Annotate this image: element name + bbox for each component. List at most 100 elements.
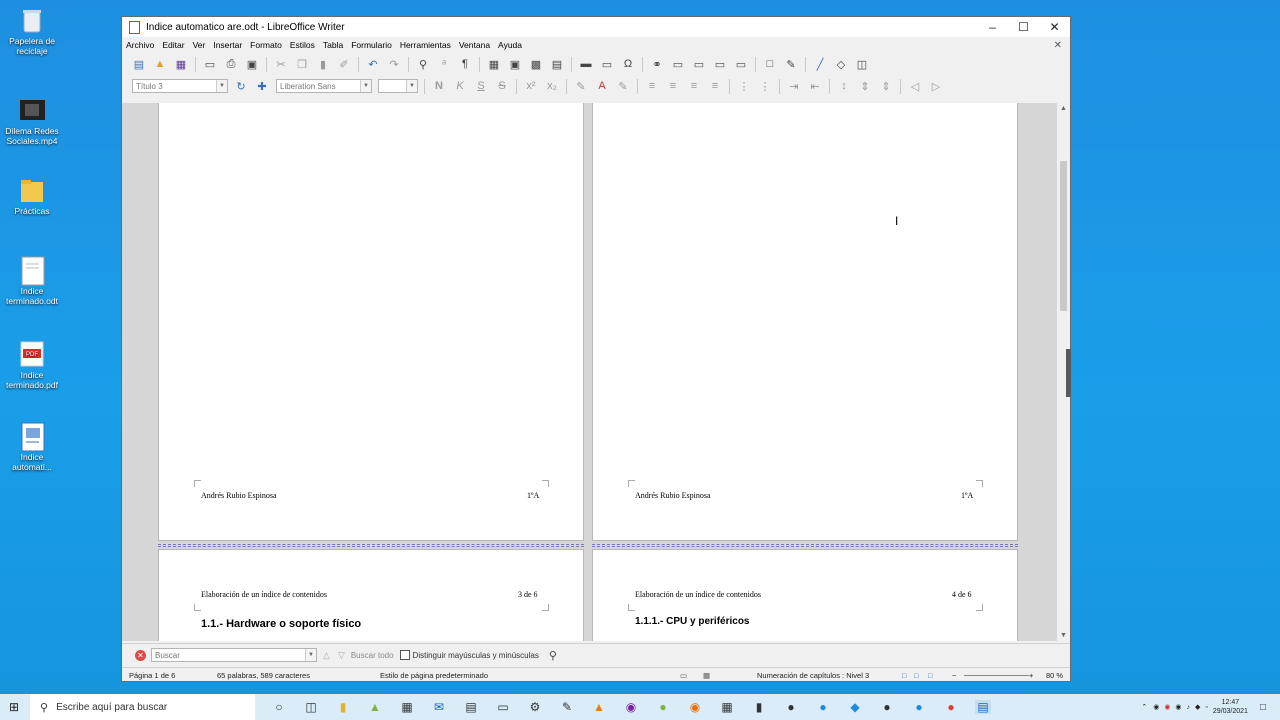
mail-icon[interactable]: ✉ [431, 700, 447, 714]
start-windows-icon[interactable]: ⊞ [9, 700, 19, 714]
desktop-icon-folder[interactable]: Prácticas [4, 176, 60, 216]
blender-icon[interactable]: ◉ [687, 700, 703, 714]
zoom-slider[interactable] [964, 675, 1029, 676]
endnote-icon[interactable]: ▭ [692, 58, 706, 71]
new-style-icon[interactable]: ✚ [255, 80, 269, 93]
desktop-icon-odt[interactable]: Indice terminado.odt [4, 256, 60, 306]
qr-app-icon[interactable]: ▦ [719, 700, 735, 714]
page-1[interactable]: Andrés Rubio Espinosa 1ºA [158, 103, 584, 541]
save-icon[interactable]: ▦ [174, 58, 188, 71]
justify-icon[interactable]: ≡ [708, 80, 722, 93]
green-app-icon[interactable]: ● [655, 700, 671, 714]
clone-format-icon[interactable]: ✐ [337, 58, 351, 71]
print-preview-icon[interactable]: ▣ [245, 58, 259, 71]
tray-expand-icon[interactable]: ⌃ [1141, 703, 1147, 711]
copy-icon[interactable]: ❐ [295, 58, 309, 71]
align-right-icon[interactable]: ≡ [687, 80, 701, 93]
edge-icon[interactable]: ● [911, 700, 927, 714]
page-3[interactable]: Elaboración de un índice de contenidos 3… [158, 549, 584, 641]
tray-time[interactable]: 12:47 [1213, 698, 1248, 707]
pen-icon[interactable]: ✎ [559, 700, 575, 714]
italic-icon[interactable]: K [453, 80, 467, 93]
menu-insertar[interactable]: Insertar [213, 40, 242, 50]
github-icon[interactable]: ● [879, 700, 895, 714]
menu-estilos[interactable]: Estilos [290, 40, 315, 50]
redo-icon[interactable]: ↷ [387, 58, 401, 71]
multi-page-view-icon[interactable]: □ [914, 671, 919, 680]
desktop-icon-video[interactable]: Dilema Redes Sociales.mp4 [4, 96, 60, 146]
selection-mode-icon[interactable]: ▦ [703, 671, 710, 680]
status-page-style[interactable]: Estilo de página predeterminado [380, 671, 488, 680]
print-icon[interactable]: ⎙ [224, 58, 238, 71]
paragraph-style-select[interactable]: Título 3 ▼ [132, 79, 228, 93]
spelling-icon[interactable]: ᵃ [437, 58, 451, 71]
comment-icon[interactable]: □ [763, 58, 777, 71]
align-left-icon[interactable]: ≡ [645, 80, 659, 93]
insert-chart-icon[interactable]: ▩ [529, 58, 543, 71]
increase-indent-icon[interactable]: ⇥ [787, 80, 801, 93]
align-center-icon[interactable]: ≡ [666, 80, 680, 93]
superscript-icon[interactable]: x² [524, 80, 538, 93]
page-break-icon[interactable]: ▬ [579, 58, 593, 71]
underline-icon[interactable]: S [474, 80, 488, 93]
skype-icon[interactable]: ● [815, 700, 831, 714]
subscript-icon[interactable]: x₂ [545, 80, 559, 93]
dropbox-tray-icon[interactable]: ◆ [1195, 703, 1200, 711]
zoom-out-icon[interactable]: − [952, 671, 956, 680]
export-pdf-icon[interactable]: ▭ [203, 58, 217, 71]
track-changes-icon[interactable]: ✎ [784, 58, 798, 71]
page-4[interactable]: Elaboración de un índice de contenidos 4… [592, 549, 1018, 641]
insert-mode-icon[interactable]: ▭ [680, 671, 687, 680]
hyperlink-icon[interactable]: ⚭ [650, 58, 664, 71]
network-icon[interactable]: ▫ [1205, 704, 1207, 711]
microphone-icon[interactable]: ▮ [751, 700, 767, 714]
scroll-up-icon[interactable]: ▲ [1060, 105, 1067, 112]
tray-app-icon[interactable]: ◉ [1153, 703, 1159, 711]
dropbox-icon[interactable]: ◆ [847, 700, 863, 714]
line-icon[interactable]: ╱ [813, 58, 827, 71]
title-bar[interactable]: Indice automatico are.odt - LibreOffice … [122, 17, 1070, 37]
bookmark-icon[interactable]: ▭ [713, 58, 727, 71]
close-find-icon[interactable]: ✕ [135, 649, 146, 661]
store-icon[interactable]: ▦ [399, 700, 415, 714]
paste-icon[interactable]: ▮ [316, 58, 330, 71]
font-size-select[interactable]: ▼ [378, 79, 418, 93]
status-zoom[interactable]: 80 % [1046, 671, 1063, 680]
menu-ver[interactable]: Ver [193, 40, 206, 50]
document-area[interactable]: Andrés Rubio Espinosa 1ºA Andrés Rubio E… [122, 103, 1057, 641]
vlc-icon[interactable]: ▲ [591, 700, 607, 714]
strikethrough-icon[interactable]: S [495, 80, 509, 93]
formatting-marks-icon[interactable]: ¶ [458, 58, 472, 71]
android-icon[interactable]: ▲ [367, 700, 383, 714]
menu-formulario[interactable]: Formulario [351, 40, 392, 50]
status-word-count[interactable]: 65 palabras, 589 caracteres [217, 671, 310, 680]
paragraph-spacing-icon[interactable]: ⇕ [858, 80, 872, 93]
font-name-select[interactable]: Liberation Sans ▼ [276, 79, 372, 93]
footnote-icon[interactable]: ▭ [671, 58, 685, 71]
menu-ventana[interactable]: Ventana [459, 40, 490, 50]
tray-date[interactable]: 29/03/2021 [1213, 707, 1248, 716]
undo-icon[interactable]: ↶ [366, 58, 380, 71]
headphones-icon[interactable]: ◉ [623, 700, 639, 714]
file-explorer-icon[interactable]: ▮ [335, 700, 351, 714]
tray-alert-icon[interactable]: ◉ [1164, 703, 1170, 711]
draw-functions-icon[interactable]: ◫ [855, 58, 869, 71]
cortana-icon[interactable]: ○ [271, 700, 287, 714]
right-to-left-icon[interactable]: ▷ [929, 80, 943, 93]
libreoffice-writer-icon[interactable]: ▤ [975, 700, 991, 714]
update-style-icon[interactable]: ↻ [234, 80, 248, 93]
find-all-button[interactable]: Buscar todo [351, 651, 394, 660]
tray-app-icon[interactable]: ◉ [1175, 703, 1181, 711]
status-page[interactable]: Página 1 de 6 [129, 671, 175, 680]
book-view-icon[interactable]: □ [928, 671, 933, 680]
line-spacing-icon[interactable]: ↕ [837, 80, 851, 93]
left-to-right-icon[interactable]: ◁ [908, 80, 922, 93]
basic-shapes-icon[interactable]: ◇ [834, 58, 848, 71]
menu-tabla[interactable]: Tabla [323, 40, 343, 50]
task-view-icon[interactable]: ◫ [303, 700, 319, 714]
decrease-indent-icon[interactable]: ⇤ [808, 80, 822, 93]
chrome-icon[interactable]: ● [943, 700, 959, 714]
highlight-icon[interactable]: ✎ [616, 80, 630, 93]
calculator-icon[interactable]: ▤ [463, 700, 479, 714]
scroll-down-icon[interactable]: ▼ [1060, 632, 1067, 639]
